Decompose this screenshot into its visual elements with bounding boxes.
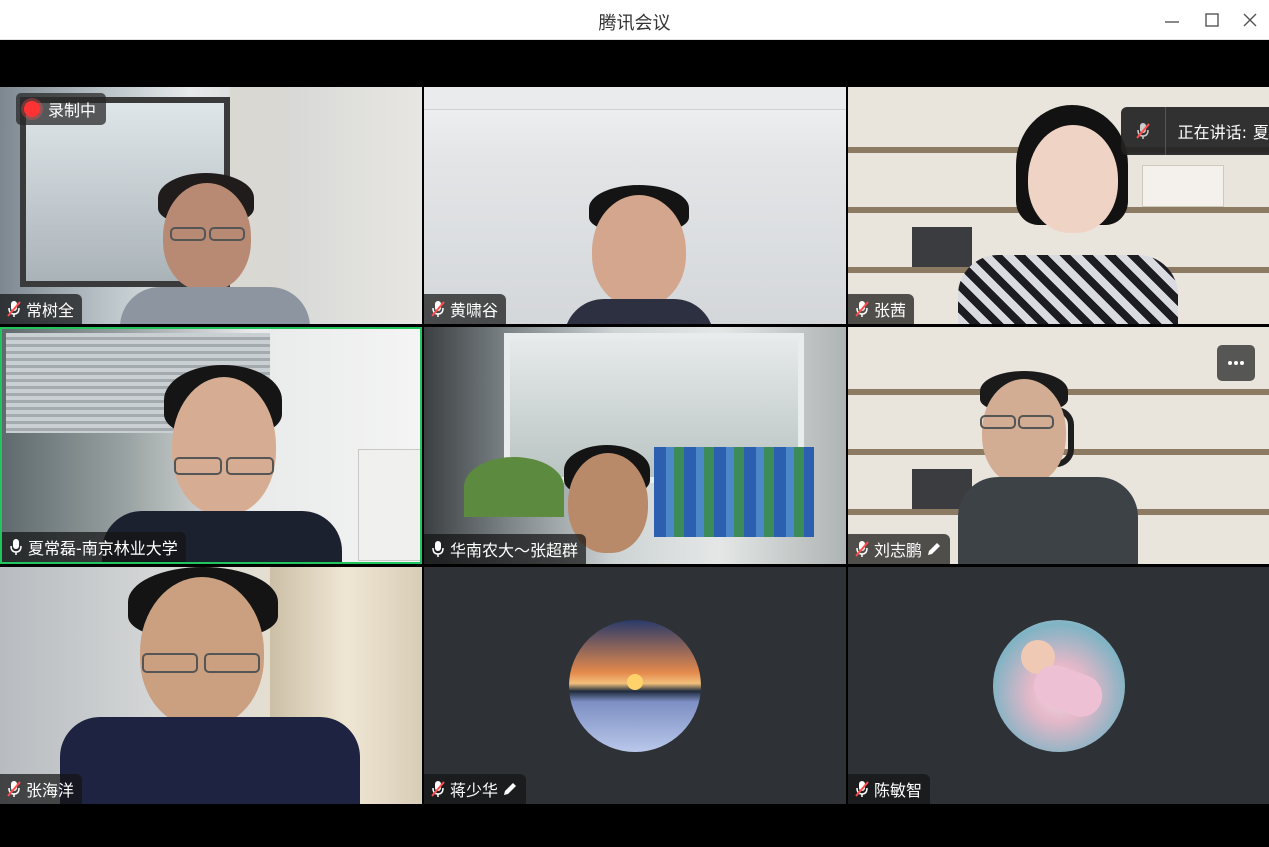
more-options-button[interactable] bbox=[1217, 345, 1255, 381]
more-icon bbox=[1228, 361, 1244, 365]
plant bbox=[464, 457, 564, 517]
mic-muted-icon bbox=[1136, 123, 1150, 139]
glasses bbox=[226, 457, 274, 475]
recording-label: 录制中 bbox=[48, 101, 97, 120]
meeting-stage: 录制中 常树全 黄啸谷 张茜 夏常磊-南京林业大学 华南农大～张超群 刘志鹏 张… bbox=[0, 41, 1269, 847]
monitor bbox=[912, 227, 972, 267]
video-tile[interactable]: 刘志鹏 bbox=[848, 327, 1269, 564]
participant-nametag: 蒋少华 bbox=[424, 774, 527, 804]
video-grid: 录制中 常树全 黄啸谷 张茜 夏常磊-南京林业大学 华南农大～张超群 刘志鹏 张… bbox=[0, 87, 1269, 804]
minimize-icon bbox=[1165, 21, 1179, 23]
participant-nametag: 常树全 bbox=[0, 294, 83, 324]
face bbox=[172, 377, 276, 515]
glasses bbox=[170, 227, 206, 241]
participant-nametag: 黄啸谷 bbox=[424, 294, 507, 324]
record-icon bbox=[24, 101, 40, 117]
participant-name: 夏常磊-南京林业大学 bbox=[28, 539, 178, 558]
mic-muted-icon bbox=[431, 781, 445, 797]
video-tile-active[interactable]: 夏常磊-南京林业大学 bbox=[0, 327, 422, 564]
glasses bbox=[204, 653, 260, 673]
speaking-indicator[interactable]: 正在讲话: 夏 bbox=[1121, 107, 1269, 155]
close-icon bbox=[1243, 13, 1257, 27]
shelf-box bbox=[1142, 165, 1224, 207]
mic-toggle-button[interactable] bbox=[1121, 107, 1166, 155]
face bbox=[140, 577, 264, 727]
participant-name: 刘志鹏 bbox=[874, 541, 923, 560]
shirt bbox=[120, 287, 310, 324]
video-tile[interactable]: 陈敏智 bbox=[848, 567, 1269, 804]
glasses bbox=[209, 227, 245, 241]
face bbox=[592, 195, 686, 307]
shirt bbox=[958, 255, 1178, 324]
minimize-button[interactable] bbox=[1160, 8, 1184, 32]
edit-pencil-icon bbox=[928, 543, 941, 555]
participant-nametag: 华南农大～张超群 bbox=[424, 534, 587, 564]
window-title: 腾讯会议 bbox=[598, 13, 671, 34]
mic-muted-icon bbox=[431, 301, 445, 317]
ceiling bbox=[424, 87, 846, 110]
recording-indicator[interactable]: 录制中 bbox=[16, 93, 107, 125]
maximize-button[interactable] bbox=[1200, 8, 1224, 32]
avatar bbox=[569, 619, 701, 752]
video-tile[interactable]: 黄啸谷 bbox=[424, 87, 846, 324]
speaking-name: 夏 bbox=[1252, 123, 1269, 142]
participant-name: 常树全 bbox=[26, 301, 75, 320]
binders bbox=[654, 447, 814, 537]
participant-name: 黄啸谷 bbox=[450, 301, 499, 320]
title-bar: 腾讯会议 bbox=[0, 0, 1269, 40]
mic-muted-icon bbox=[855, 781, 869, 797]
shirt bbox=[60, 717, 360, 804]
glasses bbox=[1018, 415, 1054, 429]
participant-name: 华南农大～张超群 bbox=[450, 541, 579, 560]
video-tile[interactable]: 华南农大～张超群 bbox=[424, 327, 846, 564]
participant-nametag: 刘志鹏 bbox=[848, 534, 951, 564]
mic-icon bbox=[432, 541, 444, 557]
face bbox=[982, 379, 1066, 485]
edit-pencil-icon bbox=[504, 783, 517, 795]
shirt bbox=[958, 477, 1138, 564]
mic-muted-icon bbox=[855, 541, 869, 557]
mic-icon bbox=[10, 539, 22, 555]
shirt bbox=[564, 299, 714, 324]
sunset-sun bbox=[627, 673, 643, 690]
mic-muted-icon bbox=[855, 301, 869, 317]
glasses bbox=[142, 653, 198, 673]
mic-muted-icon bbox=[7, 301, 21, 317]
video-tile[interactable]: 录制中 常树全 bbox=[0, 87, 422, 324]
printer bbox=[358, 449, 420, 561]
maximize-icon bbox=[1205, 13, 1219, 27]
close-button[interactable] bbox=[1238, 8, 1262, 32]
speaking-label: 正在讲话: bbox=[1177, 123, 1247, 142]
participant-name: 陈敏智 bbox=[874, 781, 923, 800]
face bbox=[1028, 125, 1118, 233]
participant-name: 张茜 bbox=[874, 301, 907, 320]
participant-nametag: 陈敏智 bbox=[848, 774, 931, 804]
participant-name: 蒋少华 bbox=[450, 781, 499, 800]
participant-nametag: 夏常磊-南京林业大学 bbox=[2, 532, 186, 562]
participant-nametag: 张海洋 bbox=[0, 774, 83, 804]
mic-muted-icon bbox=[7, 781, 21, 797]
participant-nametag: 张茜 bbox=[848, 294, 915, 324]
video-tile[interactable]: 张海洋 bbox=[0, 567, 422, 804]
video-tile[interactable]: 蒋少华 bbox=[424, 567, 846, 804]
glasses bbox=[980, 415, 1016, 429]
participant-name: 张海洋 bbox=[26, 781, 75, 800]
glasses bbox=[174, 457, 222, 475]
avatar bbox=[992, 619, 1125, 752]
